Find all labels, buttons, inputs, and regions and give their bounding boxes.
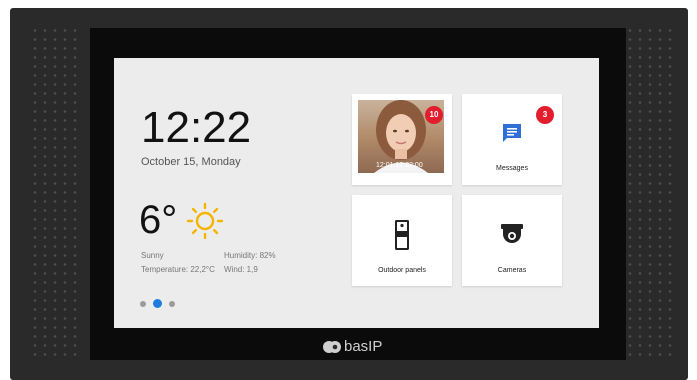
snapshot-timestamp: 12:01 12:22:00 — [376, 162, 423, 169]
page-dot-active[interactable] — [153, 299, 162, 308]
clock-date: October 15, Monday — [141, 156, 241, 168]
messages-tile[interactable]: 3 Messages — [462, 94, 562, 185]
outdoor-panels-tile[interactable]: Outdoor panels — [352, 195, 452, 286]
cameras-tile[interactable]: Cameras — [462, 195, 562, 286]
page-dot[interactable] — [169, 300, 175, 307]
messages-badge: 3 — [536, 106, 554, 124]
intercom-tile[interactable]: 12:01 12:22:00 10 — [352, 94, 452, 185]
weather-condition: Sunny — [141, 251, 164, 260]
intercom-device: 12:22 October 15, Monday 6° Sunny Temper… — [10, 8, 688, 380]
weather-temperature-detail: Temperature: 22,2°C — [141, 265, 215, 274]
home-screen: 12:22 October 15, Monday 6° Sunny Temper… — [114, 58, 599, 328]
camera-icon — [501, 224, 523, 243]
weather-wind: Wind: 1,9 — [224, 265, 258, 274]
cameras-label: Cameras — [497, 267, 527, 274]
page-indicator — [140, 299, 175, 308]
intercom-badge: 10 — [425, 106, 443, 124]
messages-label: Messages — [496, 165, 528, 172]
weather-temperature: 6° — [139, 198, 178, 242]
basip-logo-icon — [323, 340, 341, 353]
sun-icon — [186, 202, 224, 240]
outdoor-panel-icon — [395, 220, 409, 250]
weather-humidity: Humidity: 82% — [224, 251, 276, 260]
outdoor-panels-label: Outdoor panels — [378, 267, 426, 274]
brand-logo: basIP — [322, 338, 382, 355]
speaker-grille-left — [30, 26, 80, 362]
message-icon — [503, 124, 521, 142]
speaker-grille-right — [625, 26, 675, 362]
page-dot[interactable] — [140, 300, 146, 307]
clock-time: 12:22 — [141, 103, 252, 152]
brand-logo-text: basIP — [344, 338, 383, 355]
